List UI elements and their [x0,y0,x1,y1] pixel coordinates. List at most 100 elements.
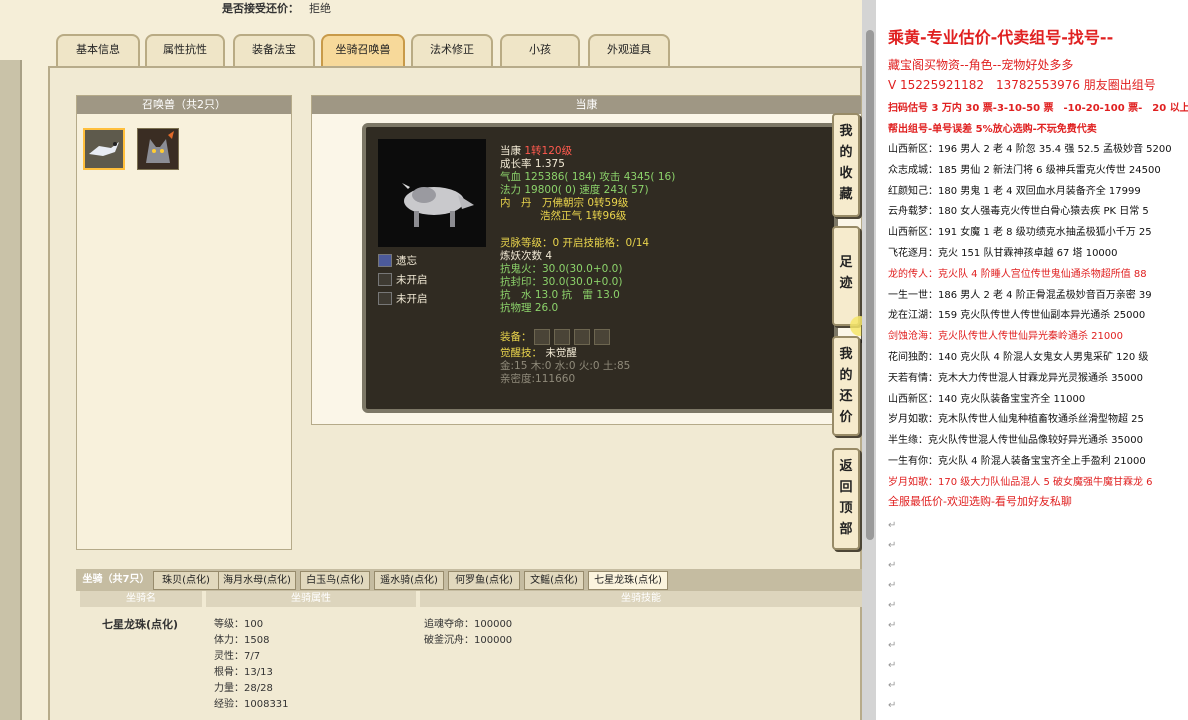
listing-item: 剑蚀沧海：克火队传世人传世仙异光秦岭通杀 21000 [888,331,1123,343]
mount-name: 七星龙珠(点化) [102,618,179,631]
pet-portrait [378,139,486,247]
mount-tab-1[interactable]: 珠贝(点化) [153,571,219,590]
listing-item: 山西新区：196 男人 2 老 4 阶忽 35.4 强 52.5 孟极妙音 52… [888,144,1172,155]
pet-thumb-icon [85,130,123,168]
mount-skill-1: 追魂夺命：100000 [424,619,513,630]
hp-line: 气血 125386( 184) 攻击 4345( 16) [500,171,676,183]
back-to-top-button[interactable]: 返回顶部 [832,448,860,550]
skill-1: 遗忘 [396,255,417,267]
empty-paragraph: ↵ [888,560,897,571]
tab-appearance[interactable]: 外观道具 [588,34,670,66]
listing-item: 红颜知己：180 男鬼 1 老 4 双回血水月装备齐全 17999 [888,185,1141,197]
listing-item: 龙的传人：克火队 4 阶睡人宫位传世鬼仙通杀物超所值 88 [888,268,1147,280]
listing-item: 众志成城：185 男仙 2 新法门将 6 级神兵雷克火传世 24500 [888,164,1161,176]
summon-list: 召唤兽（共2只） [76,95,292,550]
spirit-line: 灵脉等级：0 开启技能格：0/14 [500,237,650,249]
skill-icon-2 [378,273,392,286]
listing-item: 一生有你：克火队 4 阶混人装备宝宝齐全上手盈利 21000 [888,456,1146,467]
tab-spell[interactable]: 法术修正 [411,34,493,66]
mount-tab-5[interactable]: 何罗鱼(点化) [448,571,520,590]
five-elements: 金:15 木:0 水:0 火:0 土:85 [500,360,631,372]
ad-line-5: 帮出组号-单号误差 5%放心选购-不玩免费代卖 [888,124,1097,135]
pet-name-line: 当康 1转120级 [500,145,573,157]
my-favorites-button[interactable]: 我的收藏 [832,113,860,217]
listing-item: 半生缘：克火队传世混人传世仙品像较好异光通杀 35000 [888,435,1143,447]
skill-icon-1 [378,254,392,267]
bargain-setting: 是否接受还价： 拒绝 [222,2,331,15]
footprint-button[interactable]: 足迹 [832,226,860,326]
mount-count: 坐骑（共7只） [78,571,154,590]
empty-paragraph: ↵ [888,580,897,591]
empty-paragraph: ↵ [888,660,897,671]
inner-line-1: 内 丹 万佛朝宗 0转59级 [500,197,629,209]
listing-item: 岁月如歌：170 级大力队仙品混人 5 破女魔强牛魔甘霖龙 6 [888,476,1153,488]
equip-slot-2[interactable] [554,329,570,345]
footprint-label: 足迹 [839,255,853,291]
ad-line-2: 藏宝阁买物资--角色--宠物好处多多 [888,58,1074,72]
summon-slot-1[interactable] [83,128,125,170]
ad-text-panel: 乘黄-专业估价-代卖组号-找号-- 藏宝阁买物资--角色--宠物好处多多 V 1… [876,0,1188,720]
wolf-thumb-icon [138,129,178,169]
equip-slot-1[interactable] [534,329,550,345]
mount-col-attr: 坐骑属性 [206,591,416,607]
empty-paragraph: ↵ [888,680,897,691]
mount-col-name: 坐骑名 [80,591,202,607]
pet-tooltip: 当康 1转120级 成长率 1.375 气血 125386( 184) 攻击 4… [362,123,838,413]
listing-item: 山西新区：191 女魔 1 老 8 级功绩克水抽孟极狐小千万 25 [888,227,1152,239]
my-favorites-label: 我的收藏 [839,124,853,202]
mount-attr-spirit: 灵性：7/7 [214,651,261,662]
empty-paragraph: ↵ [888,620,897,631]
res-line-2: 抗封印：30.0(30.0+0.0) [500,276,623,288]
ad-line-4: 扫码估号 3 万内 30 票-3-10-50 票 -10-20-100 票- 2… [888,103,1188,114]
mount-tab-2[interactable]: 海月水母(点化) [218,571,296,590]
mount-skill-2: 破釜沉舟：100000 [424,635,513,646]
boar-icon [402,183,474,227]
mount-attr-level: 等级：100 [214,619,264,630]
intimacy: 亲密度:111660 [500,373,576,385]
equip-slot-3[interactable] [574,329,590,345]
tab-mount-summon[interactable]: 坐骑召唤兽 [321,34,405,66]
mount-attr-bone: 根骨：13/13 [214,667,273,678]
game-panel: 是否接受还价： 拒绝 基本信息 属性抗性 装备法宝 坐骑召唤兽 法术修正 小孩 外… [0,0,862,720]
tab-equipment[interactable]: 装备法宝 [233,34,315,66]
mount-attr-strength: 力量：28/28 [214,683,273,694]
res-line-3: 抗 水 13.0 抗 雷 13.0 [500,289,620,301]
growth-line: 成长率 1.375 [500,158,565,170]
scrollbar-thumb[interactable] [866,30,874,540]
inner-line-2: 浩然正气 1转96级 [540,210,627,222]
equip-slot-4[interactable] [594,329,610,345]
left-border [0,60,22,720]
equip-label: 装备： [500,331,532,343]
res-line-4: 抗物理 26.0 [500,302,559,314]
empty-paragraph: ↵ [888,640,897,651]
skill-icon-3 [378,292,392,305]
back-to-top-label: 返回顶部 [839,459,853,537]
empty-paragraph: ↵ [888,600,897,611]
mp-line: 法力 19800( 0) 速度 243( 57) [500,184,649,196]
listing-item: 飞花逐月：克火 151 队甘霖神孩卓越 67 塔 10000 [888,248,1118,259]
mount-tab-6[interactable]: 文鳐(点化) [524,571,584,590]
tab-child[interactable]: 小孩 [500,34,580,66]
refine-line: 炼妖次数 4 [500,250,553,262]
listing-item: 一生一世：186 男人 2 老 4 阶正骨混孟极妙音百万亲密 39 [888,289,1152,301]
tab-attributes[interactable]: 属性抗性 [145,34,225,66]
empty-paragraph: ↵ [888,700,897,711]
listing-item: 花间独酌：140 克火队 4 阶混人女鬼女人男鬼采矿 120 级 [888,352,1149,363]
empty-paragraph: ↵ [888,520,897,531]
mount-tab-4[interactable]: 遥水骑(点化) [374,571,444,590]
skill-2: 未开启 [396,274,428,286]
ad-line-3: V 15225921182 13782553976 朋友圈出组号 [888,78,1156,92]
mount-tab-7[interactable]: 七星龙珠(点化) [588,571,668,590]
ad-footer: 全服最低价-欢迎选购-看号加好友私聊 [888,495,1072,508]
summon-slot-2[interactable] [137,128,179,170]
summon-list-header: 召唤兽（共2只） [77,96,291,114]
listing-item: 山西新区：140 克火队装备宝宝齐全 11000 [888,393,1086,405]
mount-attr-stamina: 体力：1508 [214,635,270,646]
mount-attr-exp: 经验：1008331 [214,699,289,710]
my-bargain-button[interactable]: 我的还价 [832,336,860,436]
listing-item: 云舟载梦：180 女人强毒克火传世白骨心猿去疾 PK 日常 5 [888,206,1149,218]
tab-basic-info[interactable]: 基本信息 [56,34,140,66]
empty-paragraph: ↵ [888,540,897,551]
awaken-line: 觉醒技： 未觉醒 [500,347,577,359]
mount-tab-3[interactable]: 白玉鸟(点化) [300,571,370,590]
